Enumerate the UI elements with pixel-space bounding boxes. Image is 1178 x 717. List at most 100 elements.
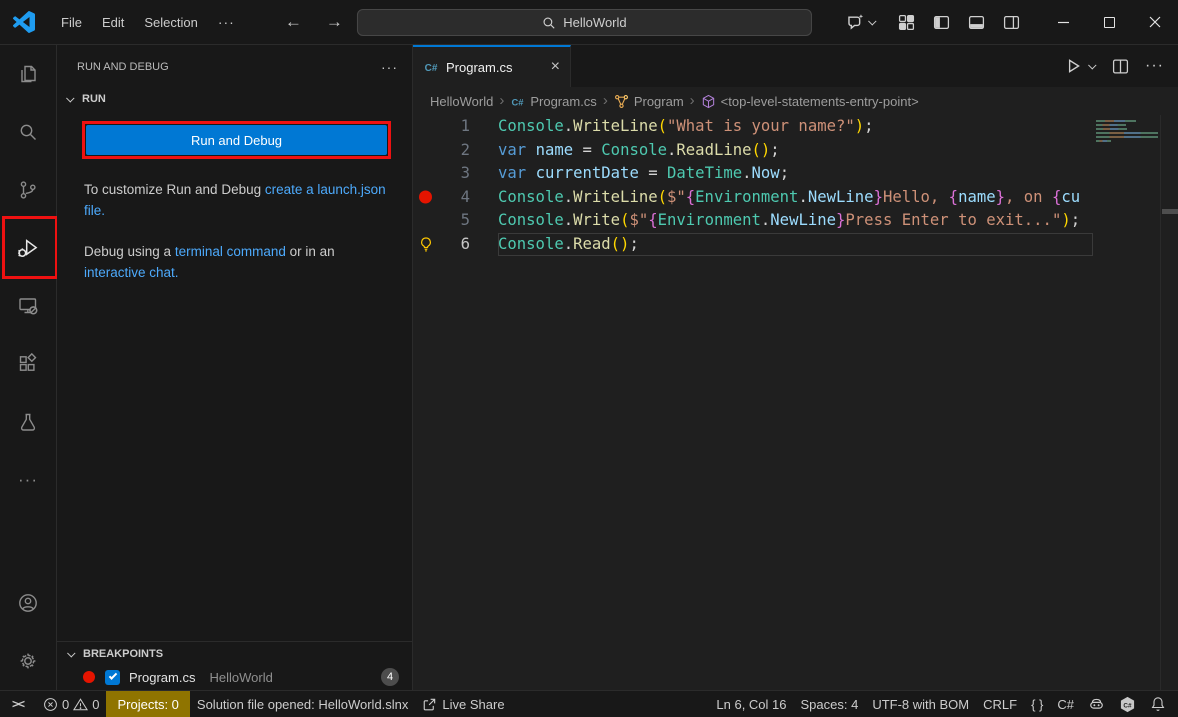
chevron-down-icon	[868, 17, 876, 25]
projects-status[interactable]: Projects: 0	[106, 691, 189, 717]
sidebar-link[interactable]: terminal command	[175, 244, 286, 259]
csharp-devkit-icon[interactable]: C#	[1112, 691, 1143, 717]
toggle-panel-icon[interactable]	[968, 14, 985, 31]
more-views-icon[interactable]: ···	[0, 451, 56, 509]
breadcrumb-item[interactable]: Program	[614, 94, 684, 109]
code-text: Console.WriteLine($"{Environment.NewLine…	[498, 186, 1093, 210]
brackets-status[interactable]: { }	[1024, 691, 1050, 717]
tab-bar: C# Program.cs × ···	[413, 45, 1178, 87]
command-center-search[interactable]: HelloWorld	[357, 9, 812, 36]
sidebar-paragraph: Debug using a terminal command or in an …	[84, 241, 388, 283]
search-view-icon[interactable]	[0, 103, 56, 161]
editor-group: C# Program.cs × ··· HelloWorld›C#Progr	[413, 45, 1178, 690]
class-symbol-icon	[614, 94, 629, 109]
chevron-right-icon: ›	[688, 92, 697, 109]
close-button[interactable]	[1132, 0, 1178, 44]
extensions-icon[interactable]	[0, 335, 56, 393]
activity-bar: ···	[0, 45, 57, 690]
run-section-header[interactable]: RUN	[57, 85, 412, 113]
csharp-file-icon: C#	[423, 59, 439, 75]
menu-file[interactable]: File	[51, 11, 92, 34]
run-and-debug-icon[interactable]	[0, 219, 56, 277]
breakpoint-list-item[interactable]: Program.cs HelloWorld 4	[57, 664, 412, 690]
breadcrumb-label: HelloWorld	[430, 94, 493, 109]
solution-status[interactable]: Solution file opened: HelloWorld.slnx	[190, 691, 416, 717]
code-line-3[interactable]: 3var currentDate = DateTime.Now;	[413, 162, 1178, 186]
cursor-position-status[interactable]: Ln 6, Col 16	[709, 691, 793, 717]
notifications-bell-icon[interactable]	[1143, 691, 1178, 717]
copilot-status-icon[interactable]	[1081, 691, 1112, 717]
settings-gear-icon[interactable]	[0, 632, 56, 690]
gutter[interactable]: 4	[413, 186, 498, 210]
sidebar-text: or in an	[286, 244, 335, 259]
tab-program-cs[interactable]: C# Program.cs ×	[413, 45, 571, 87]
breakpoint-dot-icon	[417, 189, 434, 206]
status-bar: >< 0 0 Projects: 0 Solution file opened:…	[0, 690, 1178, 717]
live-share-status[interactable]: Live Share	[415, 691, 511, 717]
gutter[interactable]: 3	[413, 162, 498, 186]
testing-icon[interactable]	[0, 393, 56, 451]
code-line-5[interactable]: 5Console.Write($"{Environment.NewLine}Pr…	[413, 209, 1178, 233]
chevron-down-icon[interactable]	[1088, 61, 1096, 69]
split-editor-icon[interactable]	[1112, 58, 1129, 75]
code-line-1[interactable]: 1Console.WriteLine("What is your name?")…	[413, 115, 1178, 139]
svg-text:C#: C#	[425, 63, 438, 74]
annotation-box-debug-icon	[2, 216, 58, 279]
breadcrumbs: HelloWorld›C#Program.cs›Program›<top-lev…	[413, 87, 1178, 115]
code-line-4[interactable]: 4Console.WriteLine($"{Environment.NewLin…	[413, 186, 1178, 210]
toggle-primary-sidebar-icon[interactable]	[933, 14, 950, 31]
encoding-status[interactable]: UTF-8 with BOM	[865, 691, 976, 717]
gutter-icon-slot	[417, 165, 434, 182]
vscode-logo-icon	[13, 10, 37, 34]
breadcrumb-item[interactable]: <top-level-statements-entry-point>	[701, 94, 919, 109]
remote-explorer-icon[interactable]	[0, 277, 56, 335]
eol-status[interactable]: CRLF	[976, 691, 1024, 717]
line-number: 6	[461, 233, 470, 257]
breadcrumb-label: Program.cs	[530, 94, 596, 109]
sidebar-link[interactable]: interactive chat.	[84, 265, 179, 280]
gutter[interactable]: 5	[413, 209, 498, 233]
minimize-button[interactable]	[1040, 0, 1086, 44]
minimap[interactable]	[1093, 116, 1160, 690]
problems-indicator[interactable]: 0 0	[36, 691, 106, 717]
code-line-2[interactable]: 2var name = Console.ReadLine();	[413, 139, 1178, 163]
sidebar-more-actions-button[interactable]: ···	[381, 59, 398, 75]
language-mode-status[interactable]: C#	[1050, 691, 1081, 717]
menu-selection[interactable]: Selection	[134, 11, 207, 34]
navigate-forward-icon[interactable]: →	[326, 12, 343, 32]
gutter[interactable]: 1	[413, 115, 498, 139]
navigate-back-icon[interactable]: ←	[285, 12, 302, 32]
customize-layout-icon[interactable]	[898, 14, 915, 31]
accounts-icon[interactable]	[0, 574, 56, 632]
tab-close-icon[interactable]: ×	[551, 59, 560, 75]
remote-indicator[interactable]: ><	[0, 691, 36, 717]
live-share-icon	[422, 697, 437, 712]
source-control-icon[interactable]	[0, 161, 56, 219]
run-and-debug-button[interactable]: Run and Debug	[86, 125, 387, 155]
run-or-debug-icon[interactable]	[1064, 57, 1082, 75]
gutter[interactable]: 6	[413, 233, 498, 257]
copilot-menu-button[interactable]	[846, 13, 876, 32]
breakpoint-count-badge: 4	[381, 668, 399, 686]
indentation-status[interactable]: Spaces: 4	[794, 691, 866, 717]
breadcrumb-item[interactable]: HelloWorld	[430, 94, 493, 109]
menu-edit[interactable]: Edit	[92, 11, 134, 34]
csharp-symbol-icon: C#	[510, 94, 525, 109]
code-text: Console.Write($"{Environment.NewLine}Pre…	[498, 209, 1093, 233]
breakpoints-header[interactable]: BREAKPOINTS	[57, 642, 412, 664]
explorer-icon[interactable]	[0, 45, 56, 103]
warning-icon	[73, 697, 88, 712]
editor-more-actions-icon[interactable]: ···	[1137, 57, 1164, 75]
breakpoint-file: Program.cs	[129, 670, 195, 685]
gutter[interactable]: 2	[413, 139, 498, 163]
breakpoint-checkbox[interactable]	[105, 670, 120, 685]
toggle-secondary-sidebar-icon[interactable]	[1003, 14, 1020, 31]
code-editor[interactable]: 1Console.WriteLine("What is your name?")…	[413, 115, 1178, 690]
maximize-button[interactable]	[1086, 0, 1132, 44]
code-text: Console.Read();	[498, 233, 1093, 257]
breadcrumb-item[interactable]: C# Program.cs	[510, 94, 596, 109]
chevron-right-icon: ›	[601, 92, 610, 109]
menu-more-button[interactable]: ···	[208, 10, 245, 34]
code-line-6[interactable]: 6 Console.Read();	[413, 233, 1178, 257]
code-text: var currentDate = DateTime.Now;	[498, 162, 1093, 186]
